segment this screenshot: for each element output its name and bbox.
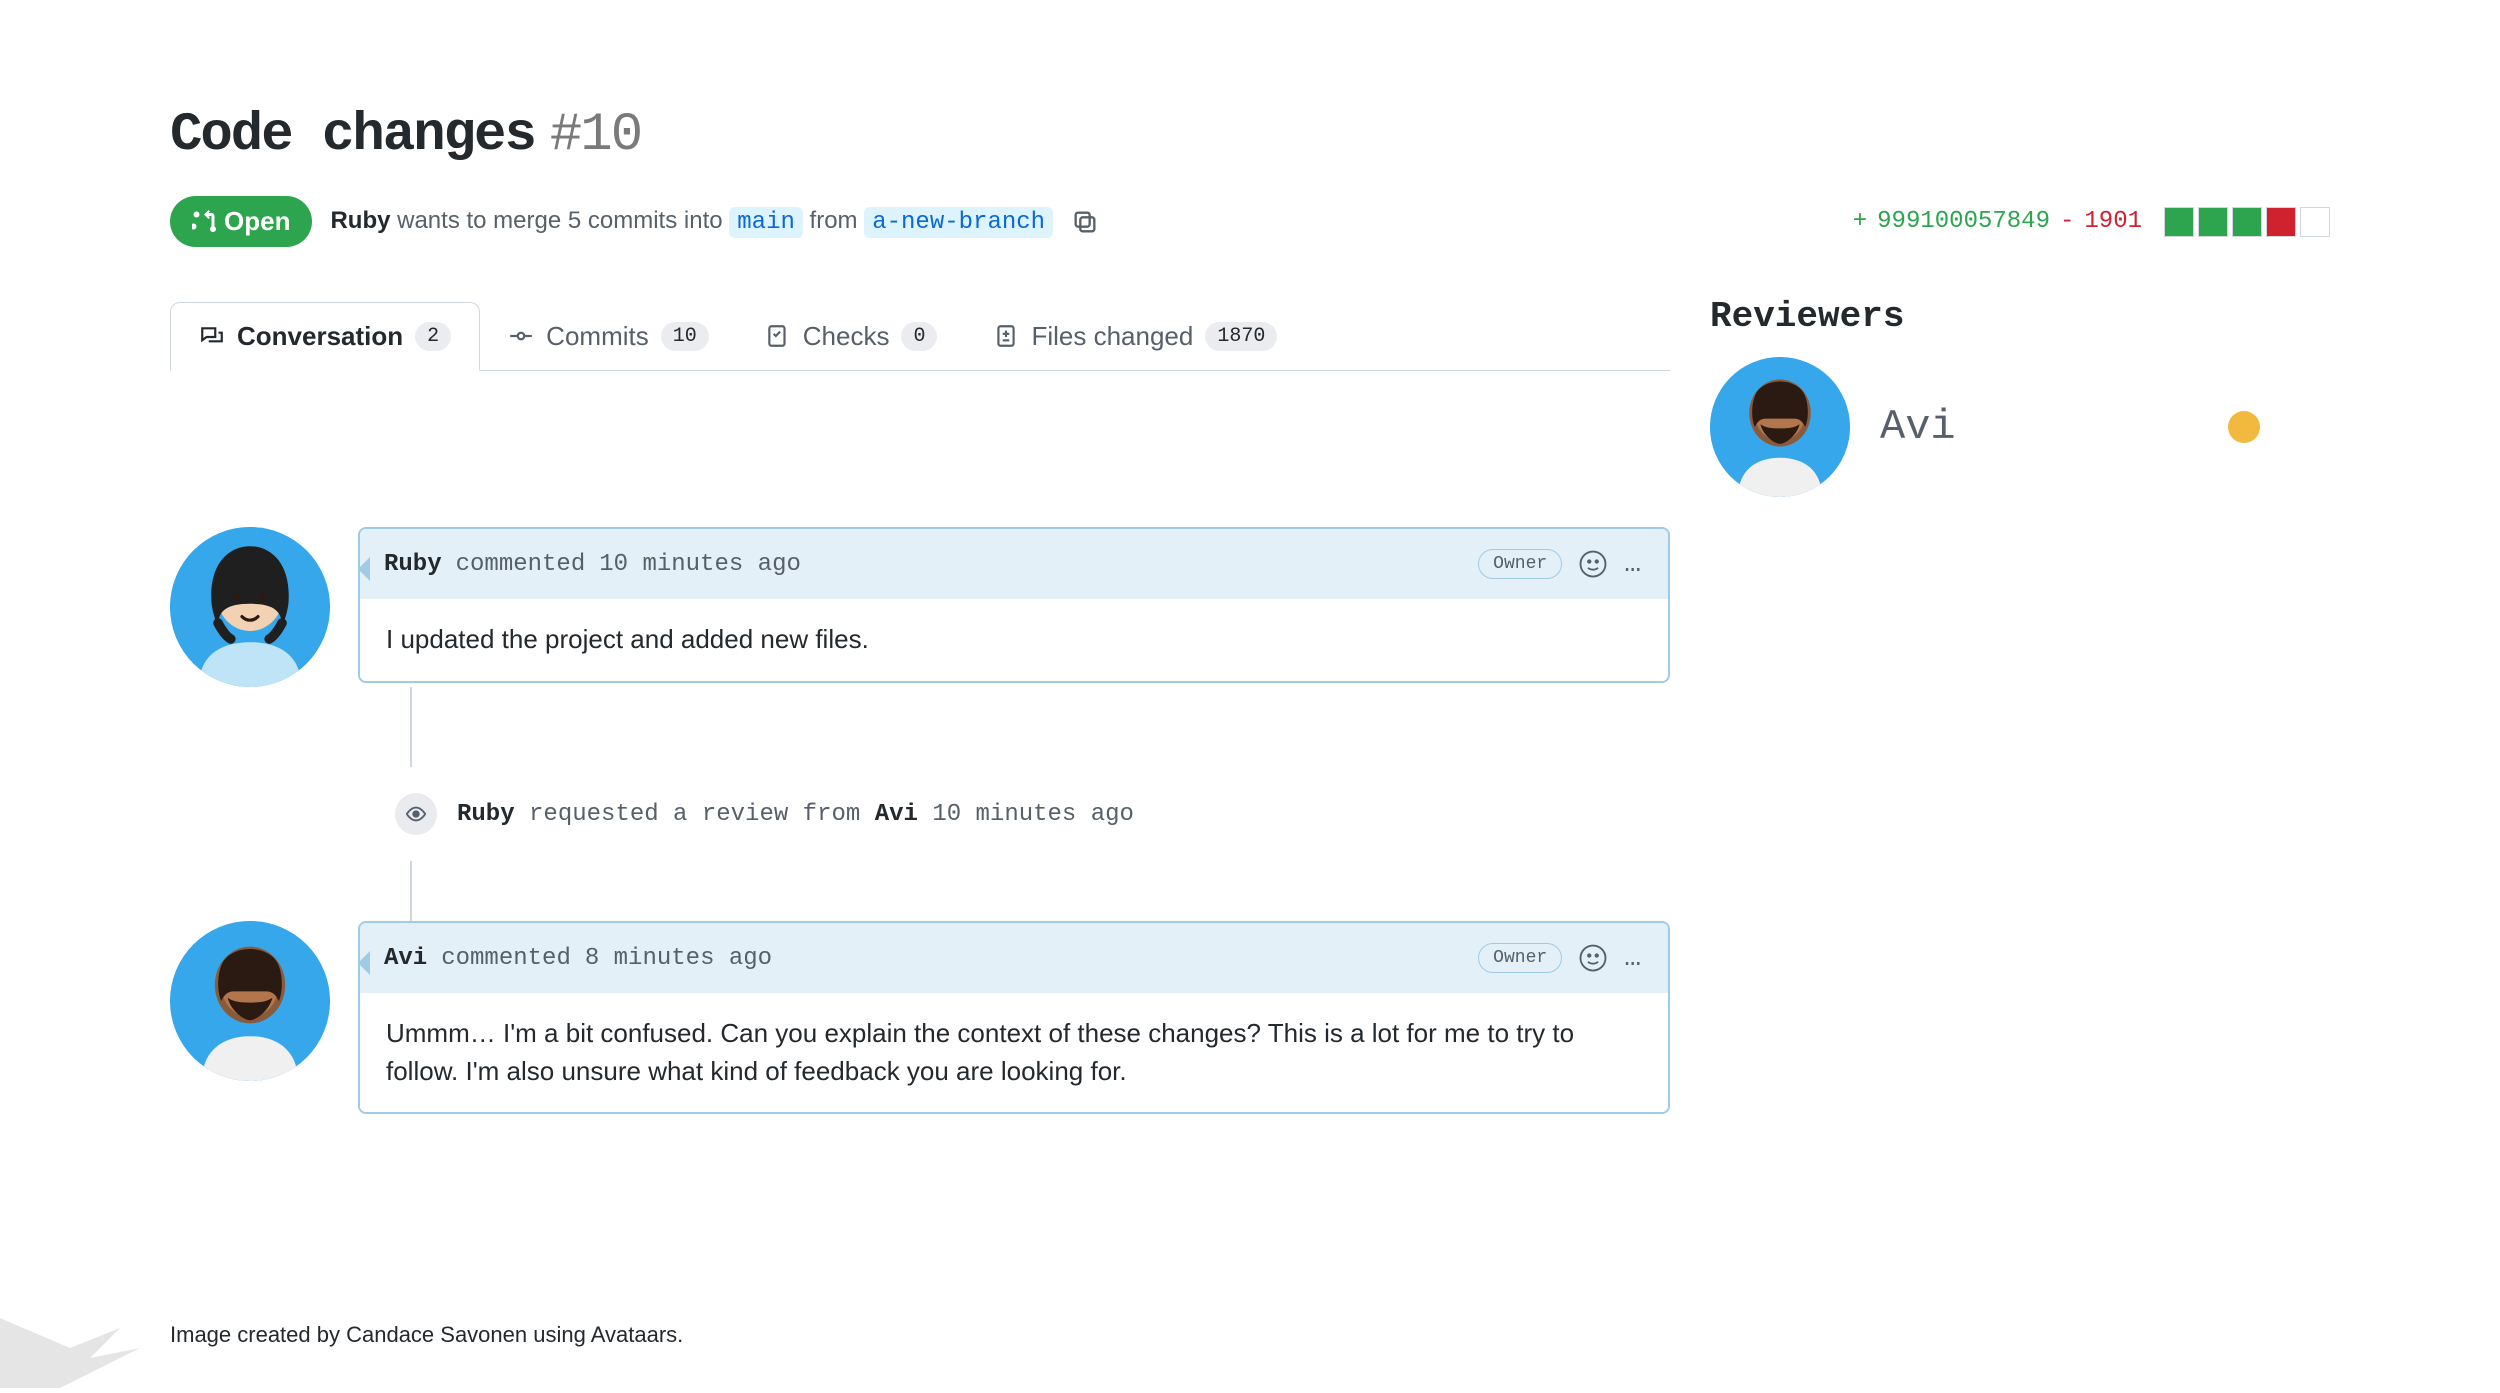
pr-number: #10 — [550, 105, 641, 166]
status-pill-open: Open — [170, 196, 312, 247]
tab-files[interactable]: Files changed 1870 — [965, 302, 1305, 370]
avatar-ruby — [170, 527, 330, 687]
file-diff-icon — [993, 323, 1019, 349]
comment-header: Ruby commented 10 minutes ago Owner … — [360, 529, 1668, 599]
copy-icon[interactable] — [1071, 208, 1099, 236]
image-credit: Image created by Candace Savonen using A… — [170, 1322, 683, 1348]
comment-body: Ummm… I'm a bit confused. Can you explai… — [360, 993, 1668, 1112]
eye-icon — [395, 793, 437, 835]
review-pending-icon — [2228, 411, 2260, 443]
tab-conversation[interactable]: Conversation 2 — [170, 302, 480, 371]
comment-ruby: Ruby commented 10 minutes ago Owner … I … — [170, 527, 1670, 687]
tabnav: Conversation 2 Commits 10 Checks 0 Files… — [170, 302, 1670, 371]
owner-badge: Owner — [1478, 943, 1562, 973]
kebab-icon[interactable]: … — [1624, 549, 1644, 580]
tab-checks[interactable]: Checks 0 — [737, 302, 966, 370]
head-branch-badge[interactable]: a-new-branch — [864, 207, 1053, 238]
pr-title-text: Code changes — [170, 105, 535, 166]
deletions-count: 1901 — [2084, 208, 2142, 235]
comment-author[interactable]: Avi — [384, 945, 427, 972]
git-pull-request-icon — [192, 210, 216, 234]
comment-time[interactable]: 8 minutes ago — [585, 945, 772, 972]
reviewer-name: Avi — [1880, 403, 1956, 451]
tab-commits[interactable]: Commits 10 — [480, 302, 737, 370]
event-actor[interactable]: Ruby — [457, 801, 515, 828]
base-branch-badge[interactable]: main — [729, 207, 803, 238]
merge-description: Ruby wants to merge 5 commits into main … — [330, 207, 1053, 236]
diffstat: + 999100057849 - 1901 — [1853, 207, 2330, 237]
comment-box: Ruby commented 10 minutes ago Owner … I … — [358, 527, 1670, 683]
diffstat-boxes — [2164, 207, 2330, 237]
timeline: Ruby commented 10 minutes ago Owner … I … — [170, 497, 1670, 1114]
comment-avi: Avi commented 8 minutes ago Owner … Ummm… — [170, 921, 1670, 1114]
pr-title: Code changes #10 — [170, 100, 2330, 166]
comment-header: Avi commented 8 minutes ago Owner … — [360, 923, 1668, 993]
owner-badge: Owner — [1478, 549, 1562, 579]
comment-discussion-icon — [199, 324, 225, 350]
avatar-avi-2 — [170, 921, 330, 1081]
comment-time[interactable]: 10 minutes ago — [599, 551, 801, 578]
event-time[interactable]: 10 minutes ago — [932, 801, 1134, 828]
status-row: Open Ruby wants to merge 5 commits into … — [170, 196, 2330, 247]
timeline-event-review-request: Ruby requested a review from Avi 10 minu… — [170, 767, 1670, 861]
checklist-icon — [765, 323, 791, 349]
kebab-icon[interactable]: … — [1624, 943, 1644, 974]
additions-count: 999100057849 — [1877, 208, 2050, 235]
comment-body: I updated the project and added new file… — [360, 599, 1668, 681]
comment-box: Avi commented 8 minutes ago Owner … Ummm… — [358, 921, 1670, 1114]
status-pill-label: Open — [224, 206, 290, 237]
reviewers-heading: Reviewers — [1710, 296, 2260, 337]
git-commit-icon — [508, 323, 534, 349]
event-target[interactable]: Avi — [875, 801, 918, 828]
add-reaction-icon[interactable] — [1576, 941, 1610, 975]
avatar-avi — [1710, 357, 1850, 497]
add-reaction-icon[interactable] — [1576, 547, 1610, 581]
merge-author[interactable]: Ruby — [330, 207, 390, 234]
reviewers-sidebar: Reviewers Avi — [1710, 302, 2260, 497]
corner-decoration — [0, 1288, 140, 1388]
tabs-row: Conversation 2 Commits 10 Checks 0 Files… — [170, 302, 2330, 497]
reviewer-row[interactable]: Avi — [1710, 357, 2260, 497]
comment-author[interactable]: Ruby — [384, 551, 442, 578]
